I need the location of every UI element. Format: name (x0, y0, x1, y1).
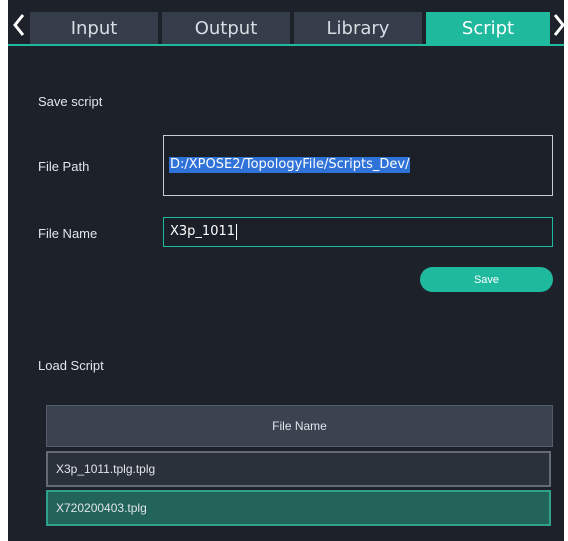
file-path-field[interactable]: D:/XPOSE2/TopologyFile/Scripts_Dev/ (163, 135, 553, 196)
file-list-item-name: X3p_1011.tplg.tplg (56, 462, 156, 476)
chevron-right-icon[interactable] (552, 12, 566, 38)
file-name-column-header: File Name (46, 405, 553, 447)
tab-input[interactable]: Input (30, 12, 158, 44)
script-panel: Input Output Library Script Save script … (8, 0, 566, 541)
file-list-item-name: X720200403.tplg (56, 501, 147, 515)
tab-library[interactable]: Library (294, 12, 422, 44)
file-path-value: D:/XPOSE2/TopologyFile/Scripts_Dev/ (169, 157, 411, 173)
tab-underline (8, 44, 564, 46)
file-list-item[interactable]: X3p_1011.tplg.tplg (46, 451, 551, 487)
save-button[interactable]: Save (420, 267, 553, 292)
file-path-label: File Path (38, 159, 90, 174)
chevron-left-icon[interactable] (12, 12, 26, 38)
tab-bar: Input Output Library Script (8, 0, 566, 50)
text-cursor (236, 224, 238, 240)
file-list-item-selected[interactable]: X720200403.tplg (46, 490, 551, 526)
save-script-heading: Save script (38, 94, 103, 109)
file-name-label: File Name (38, 226, 98, 241)
file-name-text: X3p_1011 (170, 224, 238, 240)
load-script-heading: Load Script (38, 358, 104, 373)
file-name-input[interactable]: X3p_1011 (163, 217, 553, 247)
tab-output[interactable]: Output (162, 12, 290, 44)
file-name-value: X3p_1011 (170, 224, 236, 239)
tab-script[interactable]: Script (426, 12, 550, 44)
